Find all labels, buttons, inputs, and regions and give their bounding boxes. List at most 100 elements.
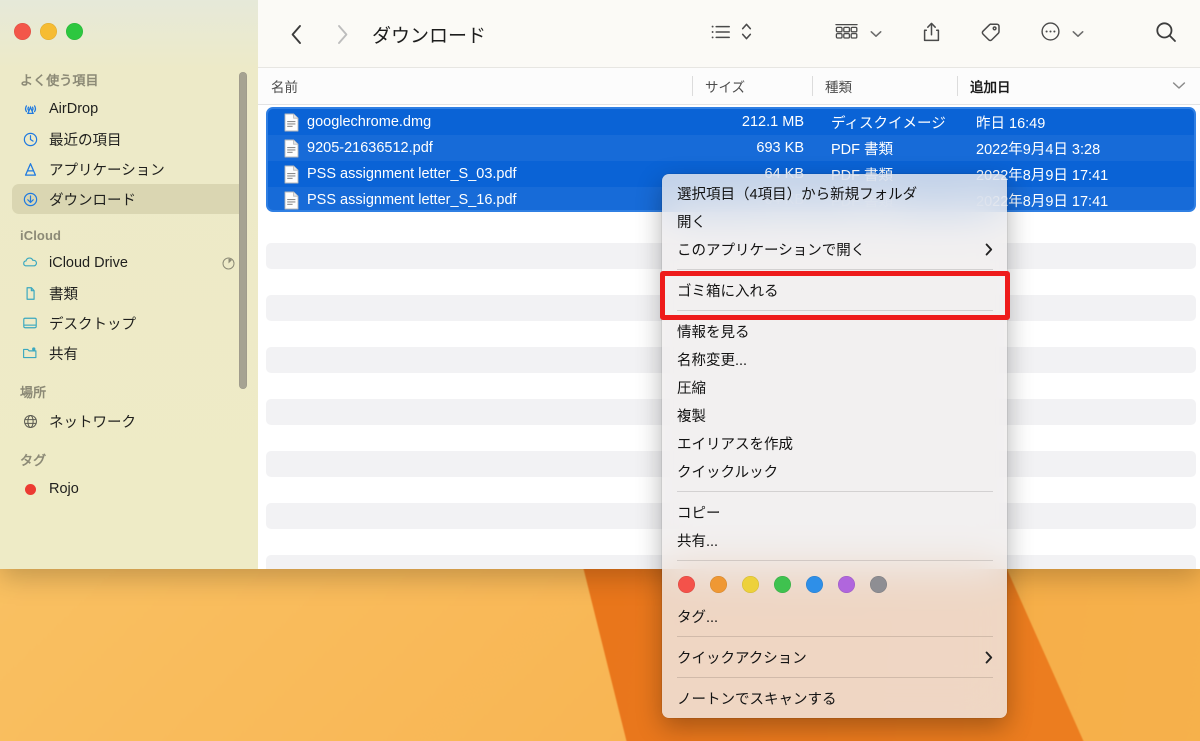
view-options-button[interactable] [707, 17, 756, 51]
sidebar-item-airdrop[interactable]: AirDrop [12, 94, 246, 124]
menu-item-label: 選択項目（4項目）から新規フォルダ [677, 186, 918, 203]
column-header-size[interactable]: サイズ [692, 68, 812, 104]
menu-item-get-info[interactable]: 情報を見る [662, 317, 1007, 345]
sidebar-item-label: ダウンロード [49, 192, 136, 209]
more-actions-button[interactable] [1036, 17, 1088, 51]
file-date-cell: 2022年9月4日 3:28 [976, 141, 1101, 158]
column-header-kind[interactable]: 種類 [812, 68, 957, 104]
orange-tag-swatch[interactable] [710, 576, 727, 593]
add-tag-button[interactable] [975, 17, 1006, 51]
table-row[interactable]: googlechrome.dmg 212.1 MB ディスクイメージ 昨日 16… [268, 109, 1194, 135]
sidebar-item-downloads[interactable]: ダウンロード [12, 184, 246, 214]
menu-item-duplicate[interactable]: 複製 [662, 401, 1007, 429]
menu-item-scan-with-norton[interactable]: ノートンでスキャンする [662, 684, 1007, 712]
minimize-button[interactable] [40, 23, 57, 40]
menu-item-label: 共有... [677, 533, 719, 550]
group-by-button[interactable] [830, 17, 886, 51]
menu-item-rename[interactable]: 名称変更... [662, 345, 1007, 373]
more-ellipsis-icon [1040, 21, 1061, 47]
menu-item-new-folder-with-selection[interactable]: 選択項目（4項目）から新規フォルダ [662, 179, 1007, 207]
file-size-cell: 693 KB [756, 140, 804, 156]
sidebar-item-label: 書類 [49, 286, 78, 303]
sidebar-item-label: Rojo [49, 481, 79, 497]
desktop-icon [20, 313, 40, 333]
search-icon [1154, 20, 1178, 49]
pdf-file-icon [284, 139, 299, 158]
file-date-cell: 昨日 16:49 [976, 115, 1046, 132]
traffic-lights [14, 23, 83, 40]
back-button[interactable] [280, 18, 312, 50]
column-header-date-added[interactable]: 追加日 [957, 68, 1200, 104]
pdf-file-icon [284, 191, 299, 210]
file-kind-cell: PDF 書類 [831, 141, 894, 158]
menu-separator [677, 636, 993, 637]
tag-dot-red-icon [20, 479, 40, 499]
context-menu: 選択項目（4項目）から新規フォルダ 開く このアプリケーションで開く ゴミ箱に入… [662, 174, 1007, 718]
menu-item-open-with[interactable]: このアプリケーションで開く [662, 235, 1007, 263]
purple-tag-swatch[interactable] [838, 576, 855, 593]
recents-clock-icon [20, 129, 40, 149]
menu-item-copy[interactable]: コピー [662, 498, 1007, 526]
file-name-label: 9205-21636512.pdf [307, 140, 433, 156]
sidebar-item-shared[interactable]: 共有 [12, 338, 246, 368]
toolbar: ダウンロード [258, 0, 1200, 68]
chevron-down-icon [870, 30, 882, 38]
file-name-label: PSS assignment letter_S_03.pdf [307, 166, 517, 182]
yellow-tag-swatch[interactable] [742, 576, 759, 593]
menu-item-share[interactable]: 共有... [662, 526, 1007, 554]
table-row[interactable]: 9205-21636512.pdf 693 KB PDF 書類 2022年9月4… [268, 135, 1194, 161]
network-globe-icon [20, 411, 40, 431]
search-button[interactable] [1150, 17, 1182, 51]
dmg-file-icon [284, 113, 299, 132]
file-name-label: PSS assignment letter_S_16.pdf [307, 192, 517, 208]
sidebar-item-recents[interactable]: 最近の項目 [12, 124, 246, 154]
sidebar-item-label: デスクトップ [49, 316, 136, 333]
menu-item-make-alias[interactable]: エイリアスを作成 [662, 429, 1007, 457]
file-name-cell: PSS assignment letter_S_03.pdf [268, 165, 698, 184]
applications-icon [20, 159, 40, 179]
menu-separator [677, 310, 993, 311]
sidebar-group-title-icloud: iCloud [20, 228, 62, 243]
red-tag-swatch[interactable] [678, 576, 695, 593]
forward-button[interactable] [326, 18, 358, 50]
column-header-name[interactable]: 名前 [258, 68, 692, 104]
sidebar-item-tag-rojo[interactable]: Rojo [12, 474, 246, 504]
close-button[interactable] [14, 23, 31, 40]
downloads-arrow-icon [20, 189, 40, 209]
share-button[interactable] [918, 17, 945, 51]
sidebar-item-desktop[interactable]: デスクトップ [12, 308, 246, 338]
file-name-cell: googlechrome.dmg [268, 113, 698, 132]
sidebar-item-documents[interactable]: 書類 [12, 278, 246, 308]
sidebar-item-label: iCloud Drive [49, 255, 128, 271]
sync-progress-icon [221, 256, 236, 271]
window-title: ダウンロード [372, 25, 487, 47]
menu-item-label: クイックルック [677, 464, 779, 481]
sidebar-item-icloud-drive[interactable]: iCloud Drive [12, 248, 246, 278]
gray-tag-swatch[interactable] [870, 576, 887, 593]
sidebar: よく使う項目 AirDrop 最近の項目 アプリケーション ダウンロード iCl… [0, 0, 258, 569]
menu-item-quick-look[interactable]: クイックルック [662, 457, 1007, 485]
menu-item-label: このアプリケーションで開く [677, 242, 866, 259]
menu-item-compress[interactable]: 圧縮 [662, 373, 1007, 401]
document-icon [20, 283, 40, 303]
menu-separator [677, 560, 993, 561]
chevron-down-icon[interactable] [1172, 77, 1186, 95]
blue-tag-swatch[interactable] [806, 576, 823, 593]
zoom-button[interactable] [66, 23, 83, 40]
chevron-right-icon [985, 651, 993, 664]
file-name-cell: PSS assignment letter_S_16.pdf [268, 191, 698, 210]
menu-separator [677, 269, 993, 270]
menu-item-quick-actions[interactable]: クイックアクション [662, 643, 1007, 671]
chevron-right-icon [985, 243, 993, 256]
icloud-cloud-icon [20, 253, 40, 273]
sidebar-group-title-tags: タグ [20, 453, 47, 468]
menu-item-tags[interactable]: タグ... [662, 602, 1007, 630]
menu-item-label: 開く [677, 214, 706, 231]
menu-item-label: タグ... [677, 609, 719, 626]
green-tag-swatch[interactable] [774, 576, 791, 593]
menu-item-move-to-trash[interactable]: ゴミ箱に入れる [662, 276, 1007, 304]
sidebar-scrollbar[interactable] [239, 72, 247, 389]
menu-item-open[interactable]: 開く [662, 207, 1007, 235]
sidebar-item-applications[interactable]: アプリケーション [12, 154, 246, 184]
sidebar-item-network[interactable]: ネットワーク [12, 406, 246, 436]
